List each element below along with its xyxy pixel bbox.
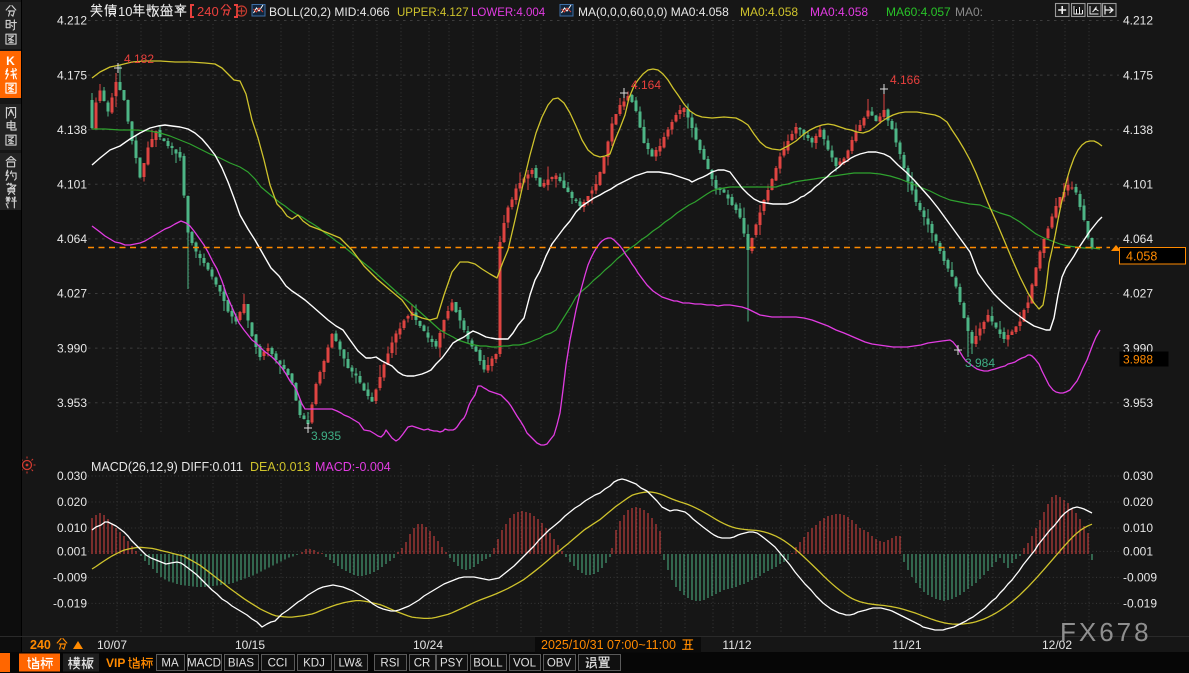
svg-text:10/07: 10/07	[97, 638, 127, 652]
svg-text:BOLL: BOLL	[473, 658, 503, 670]
svg-text:MA: MA	[161, 658, 179, 670]
svg-text:4.138: 4.138	[57, 123, 87, 137]
svg-text:LW&: LW&	[338, 658, 362, 670]
svg-text:LOWER:4.004: LOWER:4.004	[471, 7, 546, 19]
svg-text:3.953: 3.953	[57, 396, 87, 410]
svg-text:CR: CR	[414, 658, 431, 670]
svg-text:FX678: FX678	[1060, 617, 1152, 647]
svg-text:MA0:4.058: MA0:4.058	[740, 5, 798, 19]
svg-text:0.030: 0.030	[57, 469, 87, 483]
svg-text:11/21: 11/21	[892, 638, 921, 652]
svg-text:0.001: 0.001	[1123, 545, 1153, 559]
svg-text:4.027: 4.027	[57, 287, 87, 301]
svg-text:10: 10	[118, 4, 132, 19]
svg-text:240: 240	[197, 4, 219, 19]
svg-text:4.164: 4.164	[631, 78, 661, 92]
svg-text:0.010: 0.010	[1123, 521, 1153, 535]
svg-text:11/12: 11/12	[722, 638, 751, 652]
svg-text:4.212: 4.212	[1123, 14, 1153, 28]
svg-text:3.990: 3.990	[57, 341, 87, 355]
svg-text:-0.009: -0.009	[53, 571, 87, 585]
svg-text:3.935: 3.935	[311, 429, 341, 443]
svg-text:MACD(26,12,9) DIFF:0.011: MACD(26,12,9) DIFF:0.011	[91, 460, 243, 474]
svg-text:K: K	[6, 54, 15, 68]
svg-text:4.101: 4.101	[57, 178, 87, 192]
svg-text:3.988: 3.988	[1123, 353, 1153, 367]
svg-text:KDJ: KDJ	[303, 658, 325, 670]
svg-text:4.064: 4.064	[1123, 232, 1153, 246]
svg-text:240: 240	[30, 638, 51, 652]
svg-text:4.101: 4.101	[1123, 178, 1153, 192]
svg-text:4.182: 4.182	[124, 52, 154, 66]
svg-text:-0.019: -0.019	[53, 597, 87, 611]
svg-text:2025/10/31 07:00~11:00: 2025/10/31 07:00~11:00	[541, 638, 676, 652]
svg-text:4.138: 4.138	[1123, 123, 1153, 137]
svg-text:3.984: 3.984	[965, 356, 995, 370]
svg-text:4.166: 4.166	[890, 73, 920, 87]
svg-text:MACD:-0.004: MACD:-0.004	[315, 460, 391, 474]
svg-text:-0.009: -0.009	[1123, 571, 1157, 585]
svg-text:VIP: VIP	[106, 656, 125, 670]
svg-text:CCI: CCI	[268, 658, 288, 670]
svg-text:OBV: OBV	[547, 658, 572, 670]
svg-text:MACD: MACD	[187, 658, 221, 670]
svg-text:0.020: 0.020	[1123, 495, 1153, 509]
svg-text:MA0:: MA0:	[955, 5, 983, 19]
svg-text:4.175: 4.175	[57, 68, 87, 82]
svg-text:10/15: 10/15	[235, 638, 265, 652]
svg-text:-0.019: -0.019	[1123, 597, 1157, 611]
svg-text:0.010: 0.010	[57, 521, 87, 535]
svg-text:MA0:4.058: MA0:4.058	[810, 5, 868, 19]
svg-text:4.064: 4.064	[57, 232, 87, 246]
svg-text:4.212: 4.212	[57, 14, 87, 28]
svg-text:VOL: VOL	[513, 658, 537, 670]
svg-text:UPPER:4.127: UPPER:4.127	[397, 7, 469, 19]
svg-text:BIAS: BIAS	[228, 658, 255, 670]
svg-text:PSY: PSY	[440, 658, 463, 670]
svg-text:0.030: 0.030	[1123, 469, 1153, 483]
svg-text:MA(0,0,0,60,0,0) MA0:4.058: MA(0,0,0,60,0,0) MA0:4.058	[578, 5, 729, 19]
svg-text:4.027: 4.027	[1123, 287, 1153, 301]
svg-text:DEA:0.013: DEA:0.013	[250, 460, 311, 474]
svg-text:0.020: 0.020	[57, 495, 87, 509]
svg-text:10/24: 10/24	[413, 638, 443, 652]
svg-text:RSI: RSI	[380, 658, 399, 670]
svg-text:3.953: 3.953	[1123, 396, 1153, 410]
svg-text:0.001: 0.001	[57, 545, 87, 559]
svg-text:4.175: 4.175	[1123, 68, 1153, 82]
svg-text:MA60:4.057: MA60:4.057	[886, 5, 951, 19]
svg-text:BOLL(20,2) MID:4.066: BOLL(20,2) MID:4.066	[269, 5, 390, 19]
svg-text:4.058: 4.058	[1126, 250, 1157, 264]
